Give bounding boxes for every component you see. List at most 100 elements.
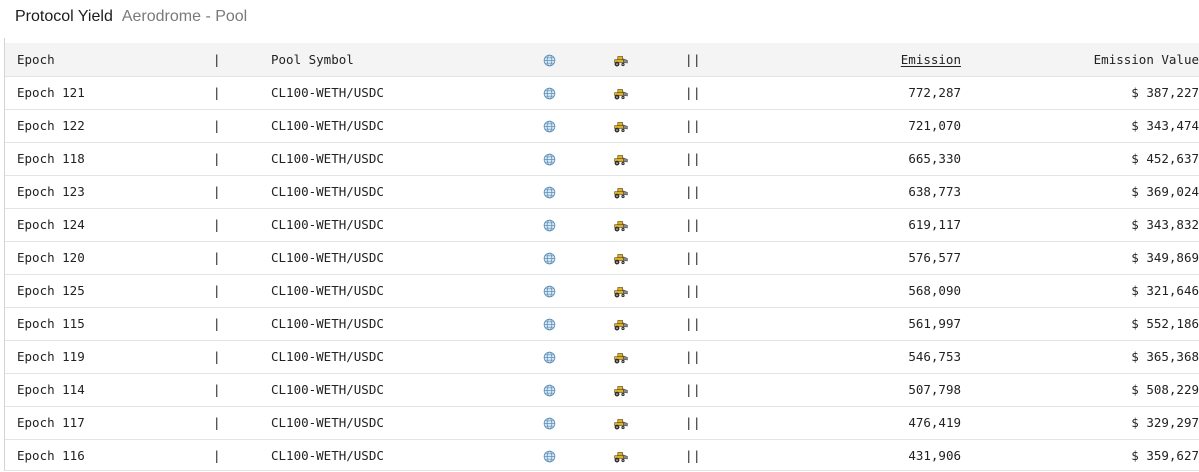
double-separator-cell: ||: [685, 217, 702, 232]
page-title: Protocol Yield: [15, 8, 113, 25]
column-header-separator: |: [213, 51, 221, 67]
globe-icon[interactable]: [543, 318, 556, 331]
emission-value-cell: $ 387,227: [1131, 85, 1199, 100]
column-header-emission-value[interactable]: Emission Value: [961, 43, 1199, 76]
globe-icon[interactable]: [543, 417, 556, 430]
tractor-icon[interactable]: [613, 120, 629, 133]
tractor-cell[interactable]: [613, 307, 685, 340]
emission-cell: 561,997: [908, 316, 961, 331]
tractor-cell[interactable]: [613, 175, 685, 208]
pool-symbol-cell: CL100-WETH/USDC: [271, 283, 384, 298]
column-header-globe[interactable]: [543, 43, 613, 76]
tractor-icon[interactable]: [613, 417, 629, 430]
tractor-icon[interactable]: [613, 219, 629, 232]
emission-value-cell: $ 343,832: [1131, 217, 1199, 232]
tractor-cell[interactable]: [613, 208, 685, 241]
double-separator-cell: ||: [685, 316, 702, 331]
separator-cell: |: [213, 250, 221, 265]
globe-icon[interactable]: [543, 120, 556, 133]
globe-cell[interactable]: [543, 439, 613, 472]
tractor-cell[interactable]: [613, 241, 685, 274]
table-row[interactable]: Epoch 124 | CL100-WETH/USDC || 619,117 $…: [5, 208, 1199, 241]
table-row[interactable]: Epoch 121 | CL100-WETH/USDC || 772,287 $…: [5, 76, 1199, 109]
tractor-icon[interactable]: [613, 153, 629, 166]
globe-icon[interactable]: [543, 219, 556, 232]
globe-icon[interactable]: [543, 87, 556, 100]
globe-cell[interactable]: [543, 406, 613, 439]
emission-cell: 576,577: [908, 250, 961, 265]
table-row[interactable]: Epoch 117 | CL100-WETH/USDC || 476,419 $…: [5, 406, 1199, 439]
pool-symbol-cell: CL100-WETH/USDC: [271, 118, 384, 133]
double-separator-cell: ||: [685, 85, 702, 100]
separator-cell: |: [213, 217, 221, 232]
page-subtitle: Aerodrome - Pool: [121, 8, 248, 25]
tractor-icon[interactable]: [613, 186, 629, 199]
column-header-pool-symbol[interactable]: Pool Symbol: [271, 43, 543, 76]
tractor-cell[interactable]: [613, 406, 685, 439]
tractor-cell[interactable]: [613, 340, 685, 373]
tractor-cell[interactable]: [613, 142, 685, 175]
epoch-cell: Epoch 114: [17, 382, 85, 397]
table-row[interactable]: Epoch 114 | CL100-WETH/USDC || 507,798 $…: [5, 373, 1199, 406]
tractor-icon[interactable]: [613, 87, 629, 100]
globe-cell[interactable]: [543, 208, 613, 241]
globe-icon[interactable]: [543, 285, 556, 298]
epoch-cell: Epoch 119: [17, 349, 85, 364]
tractor-cell[interactable]: [613, 373, 685, 406]
table-row[interactable]: Epoch 119 | CL100-WETH/USDC || 546,753 $…: [5, 340, 1199, 373]
emission-value-cell: $ 321,646: [1131, 283, 1199, 298]
separator-cell: |: [213, 184, 221, 199]
emission-cell: 476,419: [908, 415, 961, 430]
column-header-epoch[interactable]: Epoch: [5, 43, 213, 76]
emission-cell: 721,070: [908, 118, 961, 133]
table-row[interactable]: Epoch 118 | CL100-WETH/USDC || 665,330 $…: [5, 142, 1199, 175]
globe-cell[interactable]: [543, 241, 613, 274]
emission-value-cell: $ 369,024: [1131, 184, 1199, 199]
table-row[interactable]: Epoch 115 | CL100-WETH/USDC || 561,997 $…: [5, 307, 1199, 340]
column-header-tractor[interactable]: [613, 43, 685, 76]
globe-cell[interactable]: [543, 76, 613, 109]
double-separator-cell: ||: [685, 382, 702, 397]
page-header: Protocol Yield Aerodrome - Pool: [15, 8, 247, 30]
emission-value-cell: $ 359,627: [1131, 448, 1199, 464]
tractor-icon[interactable]: [613, 285, 629, 298]
globe-cell[interactable]: [543, 109, 613, 142]
table-row[interactable]: Epoch 125 | CL100-WETH/USDC || 568,090 $…: [5, 274, 1199, 307]
globe-icon[interactable]: [543, 252, 556, 265]
globe-icon[interactable]: [543, 153, 556, 166]
table-row[interactable]: Epoch 123 | CL100-WETH/USDC || 638,773 $…: [5, 175, 1199, 208]
globe-icon[interactable]: [543, 384, 556, 397]
separator-cell: |: [213, 382, 221, 397]
column-header-emission[interactable]: Emission: [745, 43, 961, 76]
globe-cell[interactable]: [543, 373, 613, 406]
tractor-cell[interactable]: [613, 109, 685, 142]
tractor-icon[interactable]: [613, 318, 629, 331]
globe-cell[interactable]: [543, 175, 613, 208]
tractor-cell[interactable]: [613, 439, 685, 472]
tractor-icon[interactable]: [613, 252, 629, 265]
pool-symbol-cell: CL100-WETH/USDC: [271, 316, 384, 331]
emission-sort-label[interactable]: Emission: [901, 52, 961, 67]
globe-icon[interactable]: [543, 450, 556, 463]
table-row[interactable]: Epoch 122 | CL100-WETH/USDC || 721,070 $…: [5, 109, 1199, 142]
epoch-cell: Epoch 123: [17, 184, 85, 199]
pool-symbol-cell: CL100-WETH/USDC: [271, 151, 384, 166]
tractor-icon[interactable]: [613, 351, 629, 364]
globe-cell[interactable]: [543, 340, 613, 373]
tractor-icon[interactable]: [613, 384, 629, 397]
header-row: Epoch | Pool Symbol || Emission Emission…: [5, 43, 1199, 76]
table-row[interactable]: Epoch 116 | CL100-WETH/USDC || 431,906 $…: [5, 439, 1199, 472]
tractor-icon[interactable]: [613, 450, 629, 463]
globe-icon[interactable]: [543, 351, 556, 364]
globe-cell[interactable]: [543, 307, 613, 340]
table-row[interactable]: Epoch 120 | CL100-WETH/USDC || 576,577 $…: [5, 241, 1199, 274]
separator-cell: |: [213, 283, 221, 298]
tractor-cell[interactable]: [613, 76, 685, 109]
globe-cell[interactable]: [543, 142, 613, 175]
separator-cell: |: [213, 349, 221, 364]
emission-cell: 638,773: [908, 184, 961, 199]
tractor-cell[interactable]: [613, 274, 685, 307]
globe-icon[interactable]: [543, 186, 556, 199]
separator-cell: |: [213, 118, 221, 133]
globe-cell[interactable]: [543, 274, 613, 307]
